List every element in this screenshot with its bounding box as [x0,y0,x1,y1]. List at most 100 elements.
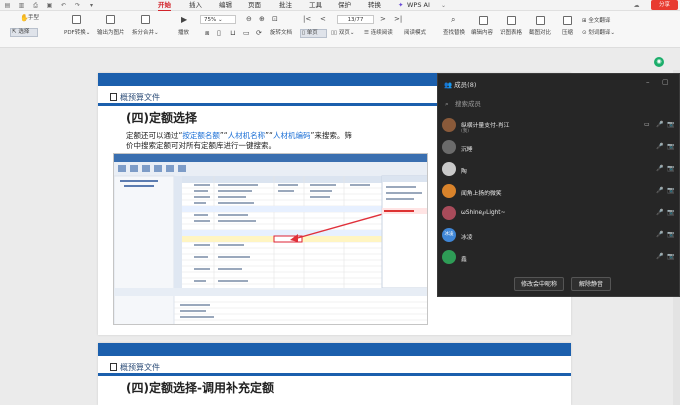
edit-content-icon[interactable] [479,16,488,25]
zoom-out-icon[interactable]: ⊖ [246,16,252,23]
tab-comment[interactable]: 批注 [279,1,292,10]
tab-convert[interactable]: 转换 [368,1,381,10]
rotate-doc-button[interactable]: 旋转文档 [270,30,292,37]
screenshot-compare-icon[interactable] [536,16,545,25]
preview-icon[interactable]: ▣ [46,2,53,9]
share-button[interactable]: 分享 [651,0,678,10]
save-icon[interactable]: ▥ [18,2,25,9]
tab-wps-ai[interactable]: WPS AI [407,1,430,10]
export-image-icon[interactable] [106,15,115,24]
compress-button[interactable]: 压缩 [562,30,573,37]
full-translate-button[interactable]: ⊞ 全文翻译 [582,18,610,25]
microphone-muted-icon[interactable]: 🎤 [656,165,663,172]
find-replace-button[interactable]: 查找替换 [443,30,465,37]
wps-ai-icon[interactable]: ✦ [398,1,403,10]
split-merge-button[interactable]: 拆分合并⌄ [132,30,159,37]
fit-icon[interactable]: ⊡ [272,16,278,23]
full-translate-label: 全文翻译 [588,18,611,24]
split-merge-icon[interactable] [141,15,150,24]
zoom-select[interactable]: 75% ⌄ [200,15,236,24]
avatar [442,140,456,154]
undo-icon[interactable]: ↶ [60,2,67,9]
avatar-text: 冰凌 [444,232,454,237]
word-translate-button[interactable]: ⊙ 划词翻译⌄ [582,30,615,37]
file-icon[interactable]: ▤ [4,2,11,9]
prev-page-icon[interactable]: < [320,16,326,23]
unmute-button[interactable]: 解除静音 [571,277,611,291]
next-page-icon[interactable]: > [380,16,386,23]
microphone-muted-icon[interactable]: 🎤 [656,187,663,194]
rename-nickname-button[interactable]: 修改会中昵称 [514,277,564,291]
continuous-read-label: 连续阅读 [370,30,393,36]
camera-off-icon[interactable]: 📷 [667,209,674,216]
para-sep: ”“ [265,131,273,140]
rotate-icon[interactable]: ⟳ [256,30,262,37]
more-icon[interactable]: ▾ [88,2,95,9]
microphone-muted-icon[interactable]: 🎤 [656,231,663,238]
member-search-input[interactable]: ⌕ 搜索成员 [443,98,673,110]
play-icon[interactable]: ▶ [181,16,187,24]
tab-tools[interactable]: 工具 [309,1,322,10]
member-row[interactable]: 沉睡 🎤 📷 [442,140,674,156]
zoom-in-icon[interactable]: ⊕ [259,16,265,23]
single-page-button[interactable]: ▯ 单页 [300,29,327,38]
member-row[interactable]: ωShine℘Light~ 🎤 📷 [442,206,674,222]
member-row[interactable]: 纵横计量支付-肖江 (我) ▭ 🎤 📷 [442,118,674,134]
member-row[interactable]: 冰凌 冰凌 🎤 📷 [442,228,674,244]
edit-content-button[interactable]: 编辑内容 [471,30,493,37]
actual-size-icon[interactable]: ⧈ [205,30,209,37]
pdf-convert-button[interactable]: PDF转换⌄ [64,30,90,37]
pdf-convert-icon[interactable] [72,15,81,24]
camera-off-icon[interactable]: 📷 [667,165,674,172]
microphone-muted-icon[interactable]: 🎤 [656,143,663,150]
page-heading: (四)定额选择-调用补充定额 [126,381,274,395]
recognize-table-icon[interactable] [507,16,516,25]
print-icon[interactable]: ⎙ [32,2,39,9]
play-button[interactable]: 播放 [178,30,189,37]
section-rule [98,373,571,376]
microphone-muted-icon[interactable]: 🎤 [656,253,663,260]
fit-page-icon[interactable]: ▯ [217,30,221,37]
last-page-icon[interactable]: >| [394,16,402,23]
microphone-muted-icon[interactable]: 🎤 [656,209,663,216]
page-number-input[interactable]: 13/77 [337,15,374,24]
minimize-icon[interactable]: – [646,78,650,86]
chevron-down-icon[interactable]: ⌄ [440,2,447,9]
screen-share-icon[interactable]: ▭ [644,121,650,128]
page-icon[interactable]: ▭ [243,30,250,37]
camera-off-icon[interactable]: 📷 [667,253,674,260]
tab-insert[interactable]: 插入 [189,1,202,10]
read-mode-button[interactable]: 阅读模式 [404,30,426,37]
member-row[interactable]: 陶 🎤 📷 [442,162,674,178]
member-row[interactable]: 闻角上扬的微笑 🎤 📷 [442,184,674,200]
continuous-read-button[interactable]: ☰ 连续阅读 [364,30,393,37]
select-tool-button[interactable]: ⇱ 选择 [10,28,38,37]
compress-icon[interactable] [563,16,572,25]
camera-off-icon[interactable]: 📷 [667,143,674,150]
camera-off-icon[interactable]: 📷 [667,187,674,194]
people-icon: 👥 [444,81,453,89]
maximize-icon[interactable]: ▢ [662,78,669,86]
avatar [442,250,456,264]
collaboration-icon[interactable]: ◉ [654,57,664,67]
member-row[interactable]: 鑫 🎤 📷 [442,250,674,266]
hand-tool-label[interactable]: 手型 [28,15,39,22]
cloud-icon[interactable]: ☁ [633,2,640,9]
microphone-icon[interactable]: 🎤 [656,121,663,128]
export-image-button[interactable]: 输出为图片 [97,30,125,37]
page-header-band [98,343,571,356]
find-replace-icon[interactable]: ⌕ [451,16,455,24]
recognize-table-button[interactable]: 识图表格 [500,30,522,37]
tab-page[interactable]: 页面 [248,1,261,10]
double-page-button[interactable]: ▯▯ 双页⌄ [331,30,354,37]
tab-edit[interactable]: 编辑 [219,1,232,10]
camera-icon[interactable]: 📷 [667,121,674,128]
search-icon: ⌕ [445,100,449,108]
tab-start[interactable]: 开始 [158,1,171,11]
screenshot-compare-button[interactable]: 截图对比 [529,30,551,37]
tab-protect[interactable]: 保护 [338,1,351,10]
redo-icon[interactable]: ↷ [74,2,81,9]
camera-off-icon[interactable]: 📷 [667,231,674,238]
fit-width-icon[interactable]: ⊔ [230,30,235,37]
first-page-icon[interactable]: |< [303,16,311,23]
